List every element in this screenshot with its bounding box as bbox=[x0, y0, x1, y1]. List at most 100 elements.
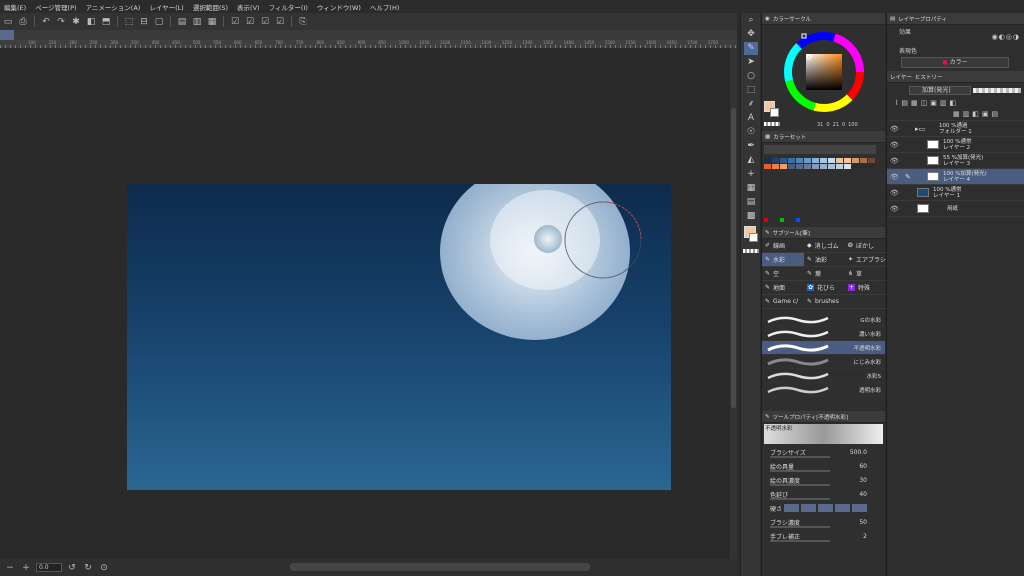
menu-item-6[interactable]: フィルター(I) bbox=[269, 2, 308, 12]
zoom-out-icon[interactable]: − bbox=[4, 562, 16, 574]
prop-brush-size[interactable]: ブラシサイズ 500.0 bbox=[762, 445, 885, 459]
blend-tool-icon[interactable]: ☉ bbox=[744, 126, 758, 139]
checkbox-edit-icon[interactable]: ☑ bbox=[229, 16, 241, 28]
menu-item-2[interactable]: アニメーション(A) bbox=[86, 2, 141, 12]
subtool-brushes[interactable]: ✎ brushes bbox=[804, 295, 845, 309]
menu-item-7[interactable]: ウィンドウ(W) bbox=[317, 2, 361, 12]
layer-toolbar[interactable]: ⌇▤▦◫▣▥◧ bbox=[895, 99, 959, 107]
blend-mode-select[interactable]: 加算(発光) bbox=[909, 86, 971, 95]
scroll-thumb[interactable] bbox=[731, 108, 736, 408]
invert-selection-icon[interactable]: ⊟ bbox=[138, 16, 150, 28]
deselect-icon[interactable]: ⬚ bbox=[123, 16, 135, 28]
subtool-leaf[interactable]: ✎ 葉 bbox=[804, 267, 845, 281]
prop-stabilization[interactable]: 手ブレ補正 2 bbox=[762, 529, 885, 543]
save-icon[interactable]: ⎙ bbox=[17, 16, 29, 28]
layer-1[interactable]: 👁 100 %通常 レイヤー 1 bbox=[887, 185, 1024, 201]
menu-item-4[interactable]: 選択範囲(S) bbox=[193, 2, 228, 12]
reset-view-icon[interactable]: ⊙ bbox=[98, 562, 110, 574]
gradient-tool-icon[interactable]: ▩ bbox=[744, 210, 758, 223]
eye-icon[interactable]: 👁 bbox=[890, 205, 899, 213]
brush-item[interactable]: Gの水彩 bbox=[762, 313, 885, 327]
menu-item-5[interactable]: 表示(V) bbox=[237, 2, 260, 12]
checkbox-edit-icon-3[interactable]: ☑ bbox=[259, 16, 271, 28]
prop-hardness[interactable]: 硬さ bbox=[762, 501, 885, 515]
eye-icon[interactable]: 👁 bbox=[890, 173, 899, 181]
layer-2[interactable]: 👁 100 %通常 レイヤー 2 bbox=[887, 137, 1024, 153]
selection-icon[interactable]: ▢ bbox=[153, 16, 165, 28]
checkbox-edit-icon-4[interactable]: ☑ bbox=[274, 16, 286, 28]
rotate-left-icon[interactable]: ↺ bbox=[66, 562, 78, 574]
brush-tool-icon[interactable]: ✎ bbox=[744, 42, 758, 55]
eye-icon[interactable]: 👁 bbox=[890, 157, 899, 165]
brush-item-selected[interactable]: 不透明水彩 bbox=[762, 341, 885, 355]
brush-item[interactable]: 透明水彩 bbox=[762, 383, 885, 397]
subtool-petals[interactable]: ✿ 花びら bbox=[804, 281, 845, 295]
subtool-ground[interactable]: ✎ 地面 bbox=[762, 281, 804, 295]
eyedropper-tool-icon[interactable]: ⸙ bbox=[744, 98, 758, 111]
eye-icon[interactable]: 👁 bbox=[890, 125, 899, 133]
brush-item[interactable]: にじみ水彩 bbox=[762, 355, 885, 369]
fill-tool-icon[interactable]: ◭ bbox=[744, 154, 758, 167]
hardness-slider[interactable] bbox=[784, 504, 868, 512]
brush-item[interactable]: 水彩S bbox=[762, 369, 885, 383]
transparent-color-swatch[interactable] bbox=[743, 249, 759, 253]
subtool-sky[interactable]: ✎ 空 bbox=[762, 267, 804, 281]
prop-paint-amount[interactable]: 絵の具量 60 bbox=[762, 459, 885, 473]
zoom-tool-icon[interactable]: ⌕ bbox=[744, 14, 758, 27]
menu-item-0[interactable]: 編集(E) bbox=[4, 2, 26, 12]
effect-icons[interactable]: ◉◐◎◑ bbox=[992, 33, 1020, 41]
fill-icon[interactable]: ◧ bbox=[85, 16, 97, 28]
new-canvas-icon[interactable]: ▭ bbox=[2, 16, 14, 28]
transparent-swatch[interactable] bbox=[764, 122, 780, 126]
color-set-select[interactable] bbox=[764, 145, 876, 154]
subtool-blur[interactable]: ❂ ぼかし bbox=[845, 239, 886, 253]
horizontal-scrollbar[interactable] bbox=[290, 563, 590, 571]
subtool-line-drawing[interactable]: ✐ 線画 bbox=[762, 239, 804, 253]
clear-icon[interactable]: ✱ bbox=[70, 16, 82, 28]
export-icon[interactable]: ⎘ bbox=[297, 16, 309, 28]
lasso-tool-icon[interactable]: ○ bbox=[744, 70, 758, 83]
zoom-field[interactable]: 0.0 bbox=[36, 563, 62, 572]
menu-item-8[interactable]: ヘルプ(H) bbox=[370, 2, 399, 12]
color-wheel[interactable] bbox=[762, 25, 886, 131]
operation-tool-icon[interactable]: ➤ bbox=[744, 56, 758, 69]
layer-tab[interactable]: レイヤー bbox=[890, 73, 912, 81]
opacity-slider[interactable] bbox=[973, 88, 1021, 93]
text-tool-icon[interactable]: A bbox=[744, 112, 758, 125]
subtool-watercolor[interactable]: ✎ 水彩 bbox=[762, 253, 804, 267]
undo-icon[interactable]: ↶ bbox=[40, 16, 52, 28]
move-tool-icon[interactable]: ✥ bbox=[744, 28, 758, 41]
subtool-special[interactable]: + 特殊 bbox=[845, 281, 886, 295]
layer-folder-1[interactable]: 👁 ▸▭ 100 %通過 フォルダー 1 bbox=[887, 121, 1024, 137]
history-tab[interactable]: ヒストリー bbox=[915, 73, 943, 81]
page-icon[interactable]: ▦ bbox=[206, 16, 218, 28]
menu-item-1[interactable]: ページ管理(P) bbox=[35, 2, 76, 12]
checkbox-edit-icon-2[interactable]: ☑ bbox=[244, 16, 256, 28]
subtool-oil[interactable]: ✎ 油彩 bbox=[804, 253, 845, 267]
artwork-canvas[interactable] bbox=[127, 184, 671, 490]
expression-select[interactable]: ● カラー bbox=[901, 57, 1009, 68]
layer-toolbar-2[interactable]: ▦▥◧▣▤ bbox=[953, 110, 1001, 118]
prop-brush-density[interactable]: ブラシ濃度 50 bbox=[762, 515, 885, 529]
transform-icon[interactable]: ⬒ bbox=[100, 16, 112, 28]
eye-icon[interactable]: 👁 bbox=[890, 141, 899, 149]
eye-icon[interactable]: 👁 bbox=[890, 189, 899, 197]
ruler-tool-icon[interactable]: ▤ bbox=[744, 196, 758, 209]
figure-tool-icon[interactable]: + bbox=[744, 168, 758, 181]
pen-tool-icon[interactable]: ✒ bbox=[744, 140, 758, 153]
tool-sub-color[interactable] bbox=[749, 233, 758, 242]
layer-3[interactable]: 👁 55 %加算(発光) レイヤー 3 bbox=[887, 153, 1024, 169]
sub-color-swatch[interactable] bbox=[770, 108, 779, 117]
rotate-right-icon[interactable]: ↻ bbox=[82, 562, 94, 574]
frame-tool-icon[interactable]: ▦ bbox=[744, 182, 758, 195]
layer-4[interactable]: 👁 ✎ 100 %加算(発光) レイヤー 4 bbox=[887, 169, 1024, 185]
zoom-in-icon[interactable]: + bbox=[20, 562, 32, 574]
vertical-scrollbar[interactable] bbox=[730, 48, 737, 559]
subtool-airbrush[interactable]: ✦ エアブラシ bbox=[845, 253, 886, 267]
subtool-game-c[interactable]: ✎ Game c/ bbox=[762, 295, 804, 309]
select-tool-icon[interactable]: ⬚ bbox=[744, 84, 758, 97]
subtool-grass[interactable]: ⋔ 草 bbox=[845, 267, 886, 281]
layer-icon[interactable]: ▥ bbox=[191, 16, 203, 28]
prop-color-stretch[interactable]: 色延び 40 bbox=[762, 487, 885, 501]
layer-paper[interactable]: 👁 用紙 bbox=[887, 201, 1024, 217]
